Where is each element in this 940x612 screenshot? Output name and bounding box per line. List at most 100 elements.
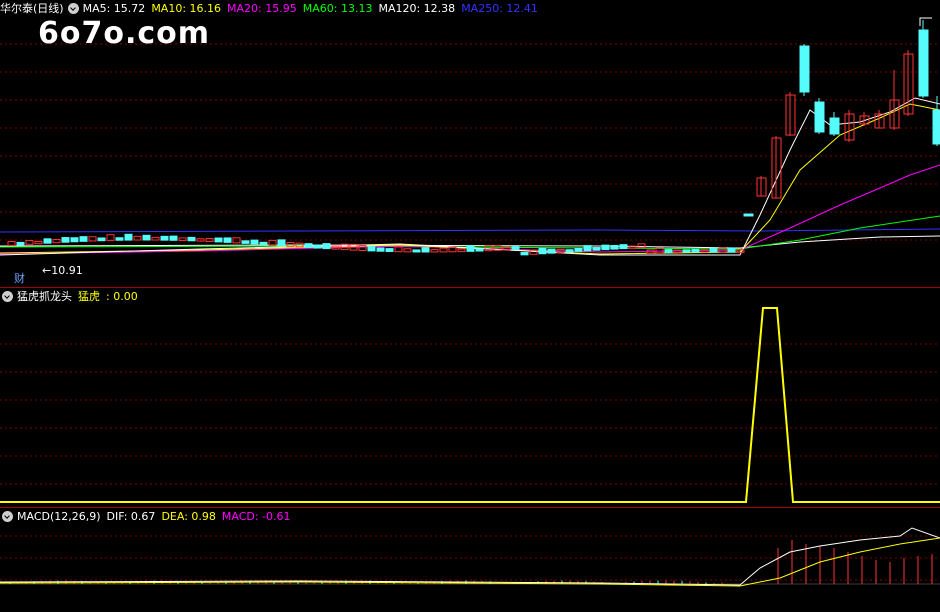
down-candle bbox=[376, 247, 385, 252]
up-candle bbox=[430, 249, 439, 253]
up-candle bbox=[628, 245, 637, 249]
dif-label: DIF: 0.67 bbox=[106, 509, 156, 523]
up-candle bbox=[268, 239, 277, 246]
low-price-value: 10.91 bbox=[51, 264, 83, 277]
down-candle bbox=[367, 246, 376, 252]
ma60-label: MA60: 13.13 bbox=[302, 1, 373, 15]
dif-line bbox=[0, 527, 940, 586]
down-candle bbox=[583, 245, 592, 252]
indicator1-header: 猛虎抓龙头 猛虎: 0.00 bbox=[0, 288, 150, 304]
macd-name: MACD(12,26,9) bbox=[17, 509, 101, 523]
down-candle bbox=[214, 237, 223, 243]
down-candle bbox=[610, 244, 619, 250]
down-candle bbox=[115, 237, 124, 241]
down-candle bbox=[799, 45, 810, 93]
indicator1-chart[interactable] bbox=[0, 288, 940, 506]
down-candle bbox=[743, 213, 754, 217]
down-candle bbox=[520, 252, 529, 256]
down-candle bbox=[814, 101, 825, 133]
up-candle bbox=[34, 240, 43, 245]
price-header: 华尔泰(日线) MA5: 15.72 MA10: 16.16 MA20: 15.… bbox=[0, 0, 544, 16]
down-candle bbox=[466, 245, 475, 252]
down-candle bbox=[691, 248, 700, 253]
down-candle bbox=[70, 237, 79, 243]
down-candle bbox=[601, 244, 610, 251]
down-candle bbox=[223, 237, 232, 243]
down-candle bbox=[412, 249, 421, 253]
down-candle bbox=[682, 249, 691, 253]
down-candle bbox=[160, 235, 169, 241]
down-candle bbox=[475, 248, 484, 252]
watermark-logo: 6o7o.com bbox=[38, 16, 211, 51]
down-candle bbox=[727, 247, 736, 253]
down-candle bbox=[709, 247, 718, 253]
low-price-label: ←10.91 bbox=[42, 264, 83, 277]
down-candle bbox=[16, 241, 25, 246]
macd-pane[interactable]: MACD(12,26,9) DIF: 0.67 DEA: 0.98 MACD: … bbox=[0, 508, 940, 612]
down-candle bbox=[187, 236, 196, 242]
up-candle bbox=[394, 246, 403, 253]
ma10-label: MA10: 16.16 bbox=[151, 1, 222, 15]
down-candle bbox=[385, 248, 394, 252]
down-candle bbox=[932, 109, 940, 145]
up-candle bbox=[133, 235, 142, 241]
macd-header: MACD(12,26,9) DIF: 0.67 DEA: 0.98 MACD: … bbox=[0, 508, 297, 524]
dea-line bbox=[0, 537, 940, 587]
down-candle bbox=[313, 244, 322, 249]
up-candle bbox=[502, 246, 511, 251]
down-candle bbox=[664, 249, 673, 254]
down-candle bbox=[304, 243, 313, 248]
down-candle bbox=[259, 241, 268, 245]
down-candle bbox=[43, 238, 52, 244]
down-candle bbox=[565, 249, 574, 253]
chevron-down-icon[interactable] bbox=[67, 2, 79, 14]
high-price-marker bbox=[919, 17, 932, 26]
up-candle bbox=[25, 240, 34, 245]
up-candle bbox=[457, 248, 466, 253]
down-candle bbox=[322, 243, 331, 250]
ma20-label: MA20: 15.95 bbox=[227, 1, 297, 15]
up-candle bbox=[151, 236, 160, 241]
up-candle bbox=[178, 237, 187, 242]
ma60-line bbox=[0, 215, 940, 250]
ma250-line bbox=[0, 228, 940, 233]
down-candle bbox=[169, 235, 178, 241]
indicator1-series-name: 猛虎 bbox=[78, 290, 100, 303]
down-candle bbox=[421, 247, 430, 253]
chevron-down-icon[interactable] bbox=[2, 290, 13, 302]
indicator1-value: 0.00 bbox=[113, 290, 138, 303]
dea-label: DEA: 0.98 bbox=[161, 509, 216, 523]
ma120-label: MA120: 12.38 bbox=[378, 1, 456, 15]
up-candle bbox=[7, 241, 16, 246]
up-candle bbox=[52, 239, 61, 244]
down-candle bbox=[241, 240, 250, 244]
ma5-label: MA5: 15.72 bbox=[82, 1, 146, 15]
down-candle bbox=[124, 233, 133, 241]
down-candle bbox=[547, 248, 556, 254]
down-candle bbox=[538, 247, 547, 255]
down-candle bbox=[918, 29, 929, 97]
down-candle bbox=[61, 237, 70, 243]
down-candle bbox=[574, 247, 583, 252]
down-candle bbox=[829, 117, 840, 135]
down-candle bbox=[592, 247, 601, 251]
indicator1-name: 猛虎抓龙头 bbox=[17, 290, 72, 303]
down-candle bbox=[79, 236, 88, 242]
indicator1-line bbox=[0, 307, 940, 503]
up-candle bbox=[403, 248, 412, 253]
down-candle bbox=[619, 244, 628, 250]
macd-value-label: MACD: -0.61 bbox=[221, 509, 291, 523]
finance-icon[interactable]: 财 bbox=[14, 270, 25, 286]
up-candle bbox=[439, 247, 448, 253]
down-candle bbox=[250, 239, 259, 245]
price-pane[interactable]: 华尔泰(日线) MA5: 15.72 MA10: 16.16 MA20: 15.… bbox=[0, 0, 940, 287]
stock-name: 华尔泰(日线) bbox=[0, 2, 64, 15]
chevron-down-icon[interactable] bbox=[2, 510, 13, 522]
down-candle bbox=[97, 237, 106, 242]
indicator1-value-label: 猛虎: 0.00 bbox=[78, 290, 138, 303]
ma250-label: MA250: 12.41 bbox=[461, 1, 538, 15]
down-candle bbox=[277, 239, 286, 247]
down-candle bbox=[511, 246, 520, 250]
indicator1-pane[interactable]: 猛虎抓龙头 猛虎: 0.00 bbox=[0, 288, 940, 506]
down-candle bbox=[142, 234, 151, 241]
